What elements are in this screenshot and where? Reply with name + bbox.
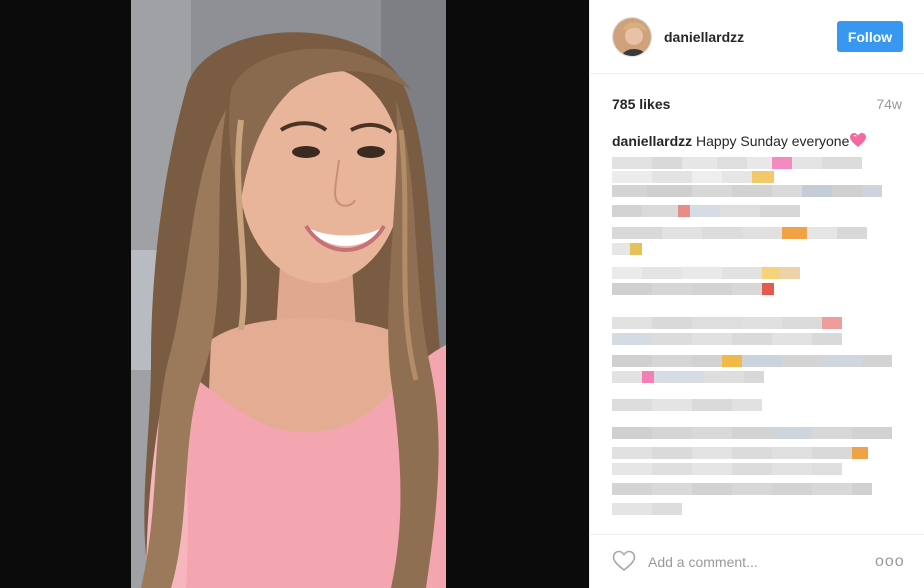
add-comment-input[interactable]: [648, 553, 875, 570]
blurred-comment-row: [612, 205, 800, 217]
post-side-panel: daniellardzz Follow 785 likes 74w daniel…: [589, 0, 924, 588]
caption-username[interactable]: daniellardzz: [612, 133, 692, 149]
blurred-comment-row: [612, 267, 800, 279]
post-photo[interactable]: [131, 0, 446, 588]
blurred-comment-row: [612, 371, 764, 383]
post-age[interactable]: 74w: [876, 96, 902, 112]
blurred-comment-row: [612, 463, 842, 475]
blurred-comment-row: [612, 483, 872, 495]
post-media-area: [0, 0, 589, 588]
likes-count[interactable]: 785 likes: [612, 96, 670, 112]
blurred-comment-row: [612, 283, 774, 295]
blurred-comment-row: [612, 157, 862, 169]
username-link[interactable]: daniellardzz: [664, 29, 837, 45]
more-options-icon[interactable]: ooo: [875, 553, 904, 571]
blurred-comment-row: [612, 185, 882, 197]
blurred-comment-row: [612, 333, 842, 345]
like-heart-icon[interactable]: [612, 550, 636, 574]
blurred-comment-row: [612, 317, 842, 329]
pixelated-comments: [612, 157, 902, 532]
follow-button[interactable]: Follow: [837, 21, 903, 52]
post-header: daniellardzz Follow: [590, 0, 924, 74]
blurred-comment-row: [612, 355, 892, 367]
post-stats: 785 likes 74w: [612, 94, 902, 114]
caption: daniellardzz Happy Sunday everyone: [612, 132, 902, 152]
caption-text: Happy Sunday everyone: [696, 133, 850, 149]
blurred-comment-row: [612, 427, 892, 439]
selfie-image: [131, 0, 446, 588]
blurred-comment-row: [612, 227, 867, 239]
avatar-image: [613, 17, 651, 56]
blurred-comment-row: [612, 503, 682, 515]
avatar[interactable]: [612, 16, 652, 57]
blurred-comment-row: [612, 447, 868, 459]
instagram-post-view: daniellardzz Follow 785 likes 74w daniel…: [0, 0, 924, 588]
comment-bar: ooo: [590, 534, 924, 588]
blurred-comment-row: [612, 171, 774, 183]
blurred-comment-row: [612, 399, 762, 411]
blurred-comment-row: [612, 243, 642, 255]
pink-heart-icon: [850, 133, 867, 152]
